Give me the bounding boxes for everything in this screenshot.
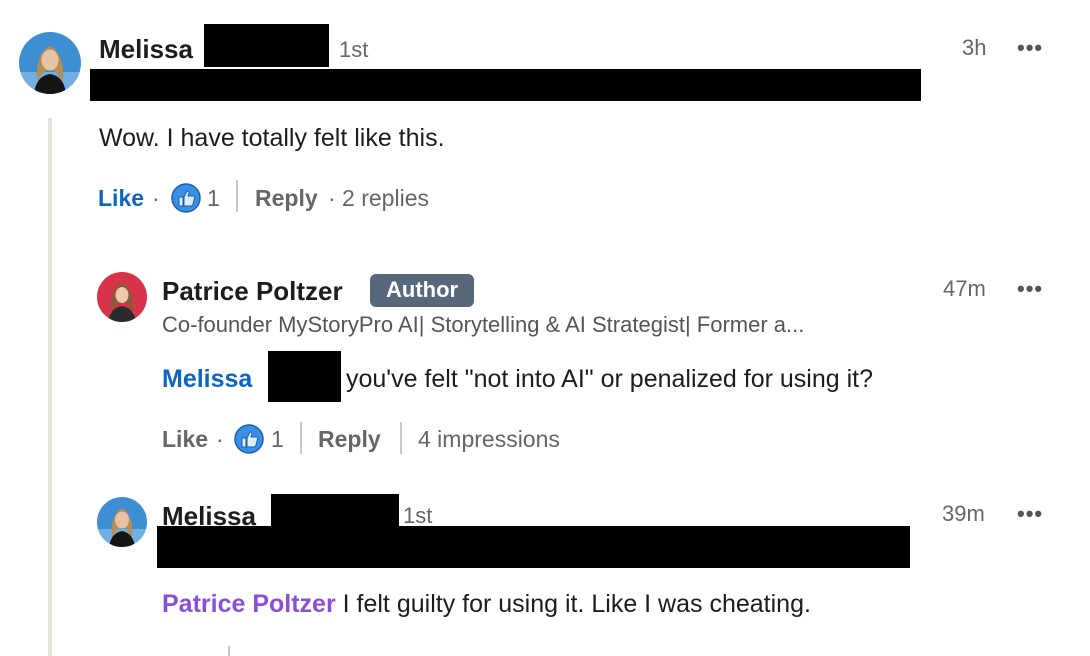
author-badge: Author	[370, 274, 475, 307]
redacted-surname	[204, 24, 329, 67]
more-options-icon[interactable]: •••	[1017, 276, 1043, 302]
more-options-icon[interactable]: •••	[1017, 501, 1043, 527]
thumbs-up-reaction-icon[interactable]	[234, 424, 264, 454]
reply-button[interactable]: Reply	[255, 185, 318, 212]
action-divider	[400, 422, 402, 454]
avatar[interactable]	[97, 497, 147, 547]
impressions-count: 4 impressions	[418, 426, 560, 452]
reaction-count[interactable]: 1	[207, 185, 220, 212]
action-divider	[236, 180, 238, 212]
more-options-icon[interactable]: •••	[1017, 35, 1043, 61]
avatar[interactable]	[97, 272, 147, 322]
redacted-surname	[271, 494, 399, 530]
connection-degree: 1st	[339, 37, 369, 62]
mention-link[interactable]: Melissa	[162, 365, 252, 393]
replies-link[interactable]: · 2 replies	[328, 185, 429, 212]
action-divider	[300, 422, 302, 454]
thread-line	[48, 118, 52, 656]
reply-author-name[interactable]: Patrice Poltzer	[162, 276, 343, 307]
redacted-headline	[90, 69, 921, 101]
author-headline: Co-founder MyStoryPro AI| Storytelling &…	[162, 312, 805, 337]
reply-timestamp: 39m	[942, 501, 985, 526]
reply-timestamp: 47m	[943, 276, 986, 301]
avatar[interactable]	[19, 32, 81, 94]
reply-text-body: I felt guilty for using it. Like I was c…	[342, 590, 811, 618]
redacted-surname	[268, 351, 341, 402]
reply-text: Patrice Poltzer I felt guilty for using …	[162, 590, 811, 619]
comment-author-name[interactable]: Melissa	[99, 34, 193, 65]
reply-button[interactable]: Reply	[318, 426, 381, 453]
reaction-count[interactable]: 1	[271, 426, 284, 453]
like-button[interactable]: Like	[162, 426, 208, 453]
reply-text: Melissa	[162, 365, 252, 394]
thumbs-up-reaction-icon[interactable]	[171, 183, 201, 213]
action-separator: ·	[152, 185, 160, 211]
like-button[interactable]: Like	[98, 185, 144, 212]
redacted-headline	[157, 526, 910, 568]
mention-link[interactable]: Patrice Poltzer	[162, 590, 336, 618]
comment-timestamp: 3h	[962, 35, 987, 60]
action-divider	[228, 646, 230, 656]
action-separator: ·	[216, 426, 224, 452]
reply-text-body: you've felt "not into AI" or penalized f…	[346, 365, 874, 393]
comment-text: Wow. I have totally felt like this.	[99, 124, 445, 152]
